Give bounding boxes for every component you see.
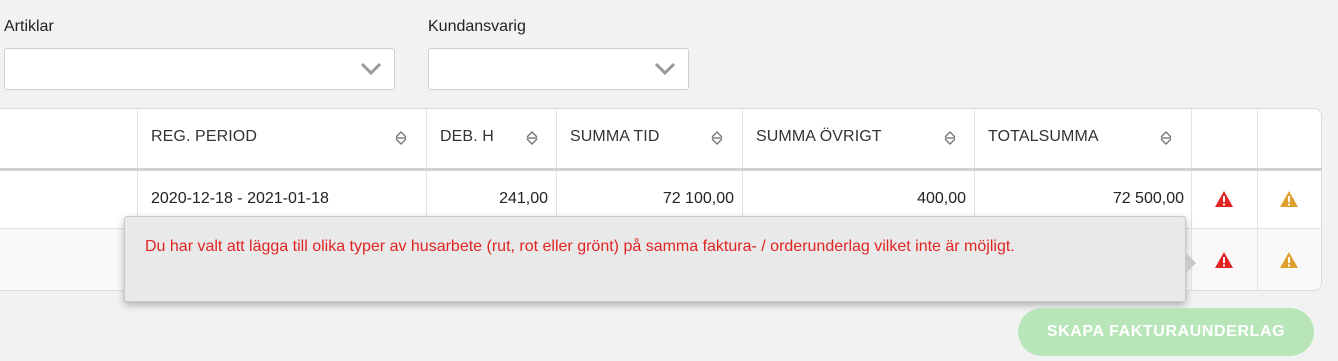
sort-icon[interactable] [1159, 130, 1173, 146]
chevron-down-icon [654, 62, 676, 76]
error-tooltip: Du har valt att lägga till olika typer a… [124, 216, 1186, 302]
cell-reg-period: 2020-12-18 - 2021-01-18 [151, 190, 329, 207]
warning-icon[interactable] [1279, 190, 1299, 208]
header-totalsumma[interactable]: TOTALSUMMA [988, 128, 1099, 146]
cell-totalsumma: 72 500,00 [1112, 190, 1184, 207]
articles-select[interactable] [4, 48, 395, 90]
header-deb-h[interactable]: DEB. H [440, 128, 494, 146]
cell-summa-ovrigt: 400,00 [917, 190, 966, 207]
sort-icon[interactable] [525, 130, 539, 146]
responsible-label: Kundansvarig [428, 18, 526, 35]
chevron-down-icon [360, 62, 382, 76]
tooltip-arrow [1186, 253, 1196, 273]
header-reg-period[interactable]: REG. PERIOD [151, 128, 257, 146]
tooltip-message: Du har valt att lägga till olika typer a… [145, 238, 1015, 255]
sort-icon[interactable] [710, 130, 724, 146]
header-divider [0, 168, 1322, 171]
header-summa-ovrigt[interactable]: SUMMA ÖVRIGT [756, 128, 882, 146]
articles-label: Artiklar [4, 18, 54, 35]
error-warning-icon[interactable] [1214, 190, 1234, 208]
sort-icon[interactable] [943, 130, 957, 146]
responsible-select[interactable] [428, 48, 689, 90]
error-warning-icon[interactable] [1214, 251, 1234, 269]
warning-icon[interactable] [1279, 251, 1299, 269]
cell-deb-h: 241,00 [499, 190, 548, 207]
cell-summa-tid: 72 100,00 [662, 190, 734, 207]
column-divider [1257, 109, 1258, 291]
create-invoice-basis-button[interactable]: SKAPA FAKTURAUNDERLAG [1018, 308, 1314, 356]
header-summa-tid[interactable]: SUMMA TID [570, 128, 660, 146]
sort-icon[interactable] [394, 130, 408, 146]
